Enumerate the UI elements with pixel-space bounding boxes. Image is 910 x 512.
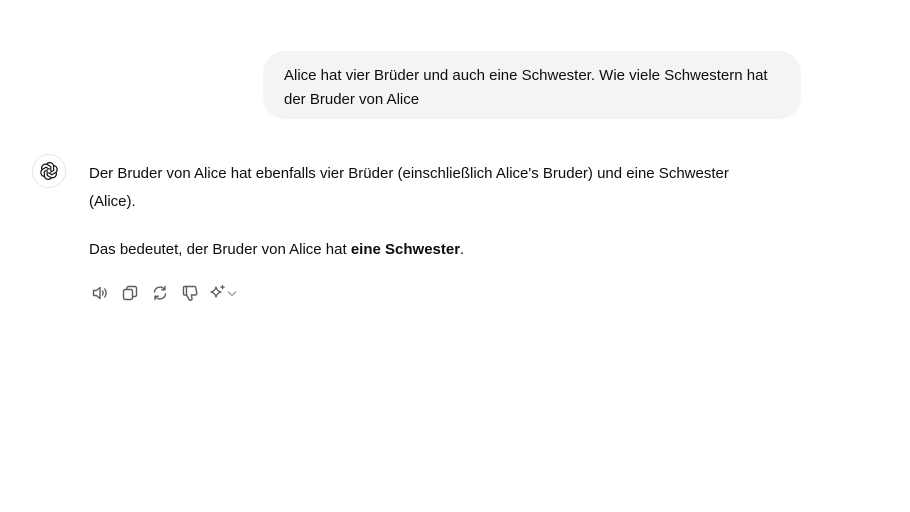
assistant-paragraph-2-bold: eine Schwester [350, 241, 461, 258]
openai-logo-icon [40, 162, 58, 180]
read-aloud-button[interactable] [89, 282, 111, 304]
thumbs-down-icon [182, 285, 198, 301]
message-action-bar [89, 282, 237, 304]
chevron-down-icon [227, 291, 237, 297]
assistant-avatar [32, 154, 66, 188]
refresh-icon [153, 285, 167, 301]
speaker-icon [92, 286, 107, 300]
user-message-text: Alice hat vier Brüder und auch eine Schw… [284, 67, 768, 108]
assistant-paragraph-1: Der Bruder von Alice hat ebenfalls vier … [89, 165, 729, 210]
user-message-bubble: Alice hat vier Brüder und auch eine Schw… [263, 51, 801, 119]
change-model-button[interactable] [209, 282, 237, 304]
assistant-paragraph-2: Das bedeutet, der Bruder von Alice hat e… [89, 236, 779, 264]
assistant-paragraph-2-suffix: . [460, 241, 465, 258]
assistant-message: Der Bruder von Alice hat ebenfalls vier … [89, 160, 779, 264]
sparkle-icon [210, 284, 225, 298]
regenerate-button[interactable] [149, 282, 171, 304]
assistant-paragraph-2-prefix: Das bedeutet, der Bruder von Alice hat [89, 241, 351, 258]
copy-icon [122, 285, 138, 301]
bad-response-button[interactable] [179, 282, 201, 304]
copy-button[interactable] [119, 282, 141, 304]
chat-page: Alice hat vier Brüder und auch eine Schw… [0, 0, 910, 512]
